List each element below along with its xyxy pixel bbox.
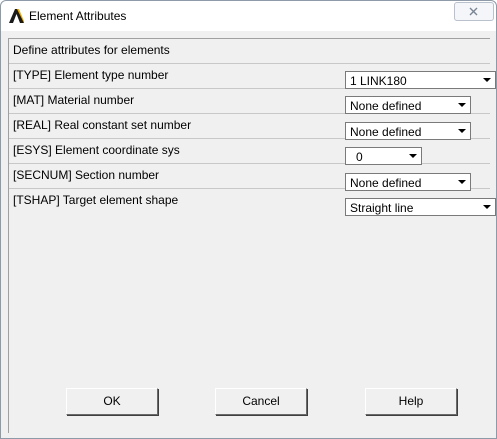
type-value: 1 LINK180	[350, 74, 407, 88]
row-tshap: [TSHAP] Target element shape Straight li…	[9, 189, 496, 216]
help-button[interactable]: Help	[365, 388, 457, 415]
tshap-value: Straight line	[350, 201, 414, 215]
row-esys: [ESYS] Element coordinate sys 0	[9, 139, 490, 165]
window-title: Element Attributes	[29, 9, 127, 23]
chevron-down-icon[interactable]	[479, 72, 495, 88]
type-select[interactable]: 1 LINK180	[345, 71, 496, 89]
close-x-icon	[469, 7, 478, 16]
dialog-content: Define attributes for elements [TYPE] El…	[8, 38, 496, 433]
tshap-label: [TSHAP] Target element shape	[13, 193, 179, 207]
secnum-label: [SECNUM] Section number	[13, 168, 160, 182]
chevron-down-icon[interactable]	[454, 123, 470, 139]
dialog-window: Element Attributes Define attributes for…	[0, 0, 497, 439]
real-label: [REAL] Real constant set number	[13, 118, 192, 132]
row-secnum: [SECNUM] Section number None defined	[9, 164, 490, 191]
header-label: Define attributes for elements	[13, 43, 170, 57]
close-button[interactable]	[454, 2, 494, 21]
header-row: Define attributes for elements	[9, 39, 490, 64]
ansys-logo-icon	[8, 8, 24, 24]
chevron-down-icon[interactable]	[405, 148, 421, 164]
esys-select[interactable]: 0	[345, 147, 422, 165]
real-select[interactable]: None defined	[345, 122, 471, 140]
tshap-select[interactable]: Straight line	[345, 198, 496, 216]
type-label: [TYPE] Element type number	[13, 68, 169, 82]
mat-label: [MAT] Material number	[13, 93, 135, 107]
real-value: None defined	[350, 125, 422, 139]
row-mat: [MAT] Material number None defined	[9, 89, 490, 114]
mat-select[interactable]: None defined	[345, 96, 471, 114]
ok-button[interactable]: OK	[66, 388, 158, 415]
secnum-value: None defined	[350, 176, 422, 190]
mat-value: None defined	[350, 99, 422, 113]
esys-value: 0	[356, 150, 363, 164]
row-real: [REAL] Real constant set number None def…	[9, 114, 490, 140]
chevron-down-icon[interactable]	[454, 97, 470, 113]
chevron-down-icon[interactable]	[454, 174, 470, 190]
cancel-button[interactable]: Cancel	[215, 388, 307, 415]
chevron-down-icon[interactable]	[479, 199, 495, 215]
esys-label: [ESYS] Element coordinate sys	[13, 143, 180, 157]
row-type: [TYPE] Element type number 1 LINK180	[9, 64, 496, 89]
title-bar[interactable]: Element Attributes	[1, 1, 496, 31]
